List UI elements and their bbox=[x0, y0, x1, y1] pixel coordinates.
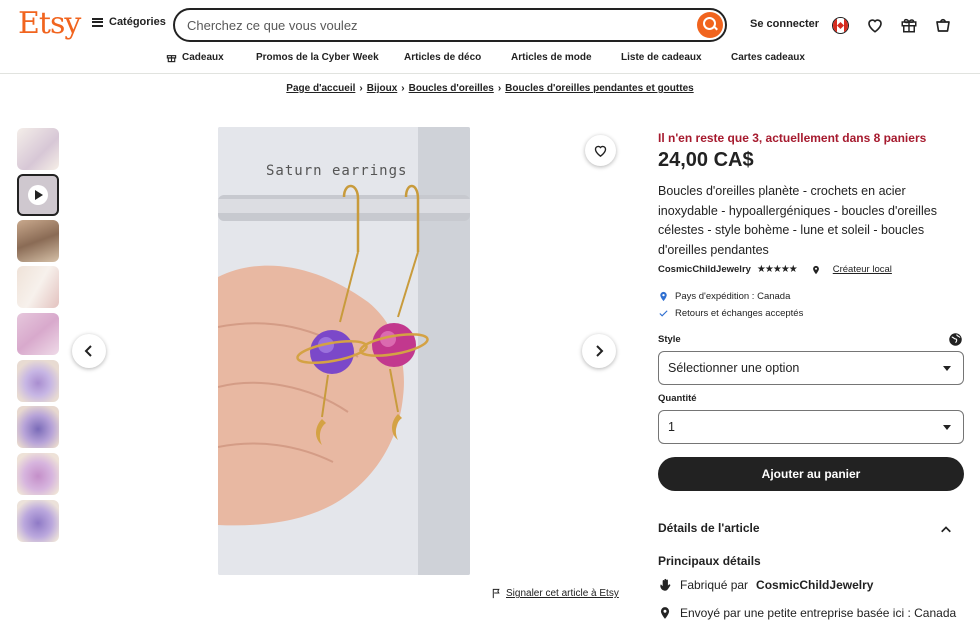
shipped-from-row: Envoyé par une petite entreprise basée i… bbox=[658, 606, 956, 620]
nav-label: Cadeaux bbox=[182, 52, 224, 63]
add-to-cart-button[interactable]: Ajouter au panier bbox=[658, 457, 964, 491]
chevron-right-icon: › bbox=[359, 83, 363, 94]
item-details-heading: Détails de l'article bbox=[658, 521, 760, 535]
price: 24,00 CA$ bbox=[658, 149, 754, 171]
star-rating: ★★★★★ bbox=[756, 264, 798, 275]
thumbnail[interactable] bbox=[17, 406, 59, 448]
style-select-value: Sélectionner une option bbox=[668, 361, 800, 375]
etsy-logo[interactable]: Etsy bbox=[18, 6, 81, 41]
report-link[interactable]: Signaler cet article à Etsy bbox=[491, 588, 619, 599]
categories-button[interactable]: Catégories bbox=[92, 16, 166, 28]
location-pin-icon bbox=[812, 265, 819, 274]
thumbnail[interactable] bbox=[17, 128, 59, 170]
canada-flag-icon[interactable] bbox=[832, 17, 849, 34]
breadcrumb-dangle[interactable]: Boucles d'oreilles pendantes et gouttes bbox=[505, 83, 694, 94]
stock-notice: Il n'en reste que 3, actuellement dans 8… bbox=[658, 131, 927, 145]
nav-item-gift-list[interactable]: Liste de cadeaux bbox=[621, 52, 702, 63]
shipped-from-text: Envoyé par une petite entreprise basée i… bbox=[680, 606, 957, 620]
listing-title: Boucles d'oreilles planète - crochets en… bbox=[658, 184, 937, 257]
nav-item-cadeaux[interactable]: Cadeaux bbox=[166, 52, 224, 63]
location-pin-icon bbox=[660, 291, 667, 302]
chevron-right-icon bbox=[596, 345, 604, 357]
caret-down-icon bbox=[943, 425, 951, 430]
made-by-prefix: Fabriqué par bbox=[680, 578, 749, 592]
search-bar bbox=[173, 8, 727, 42]
earrings-photo bbox=[218, 127, 470, 575]
quantity-label: Quantité bbox=[658, 393, 697, 404]
nav-item-mode[interactable]: Articles de mode bbox=[511, 52, 592, 63]
made-by-shop[interactable]: CosmicChildJewelry bbox=[756, 578, 873, 592]
favorite-button[interactable] bbox=[585, 135, 616, 166]
thumbnail[interactable] bbox=[17, 500, 59, 542]
header: Etsy Catégories Se connecter bbox=[0, 0, 980, 48]
style-label: Style bbox=[658, 334, 681, 345]
categories-label: Catégories bbox=[109, 16, 166, 28]
nav-item-cyber-week[interactable]: Promos de la Cyber Week bbox=[256, 52, 379, 63]
thumbnail[interactable] bbox=[17, 266, 59, 308]
returns-text: Retours et échanges acceptés bbox=[675, 308, 804, 319]
flag-icon bbox=[492, 588, 500, 599]
shop-name[interactable]: CosmicChildJewelry bbox=[658, 264, 751, 275]
nav-item-gift-cards[interactable]: Cartes cadeaux bbox=[731, 52, 805, 63]
search-button[interactable] bbox=[697, 12, 723, 38]
quantity-select[interactable]: 1 bbox=[658, 410, 964, 444]
thumbnail[interactable] bbox=[17, 313, 59, 355]
nav-item-deco[interactable]: Articles de déco bbox=[404, 52, 481, 63]
image-caption: Saturn earrings bbox=[266, 163, 408, 179]
previous-image-button[interactable] bbox=[72, 334, 106, 368]
signin-link[interactable]: Se connecter bbox=[750, 18, 819, 30]
thumbnail[interactable] bbox=[17, 220, 59, 262]
heart-icon bbox=[594, 145, 607, 157]
video-thumbnail[interactable] bbox=[17, 174, 59, 216]
gift-icon bbox=[166, 55, 177, 63]
chevron-left-icon bbox=[84, 345, 92, 357]
chevron-up-icon bbox=[941, 526, 951, 533]
location-pin-icon bbox=[660, 607, 670, 619]
top-nav: Cadeaux Promos de la Cyber Week Articles… bbox=[0, 48, 980, 74]
item-details-toggle[interactable]: Détails de l'article bbox=[658, 521, 964, 535]
next-image-button[interactable] bbox=[582, 334, 616, 368]
gift-icon[interactable] bbox=[900, 16, 918, 34]
cart-icon[interactable] bbox=[934, 16, 952, 34]
breadcrumb-jewelry[interactable]: Bijoux bbox=[367, 83, 398, 94]
style-select[interactable]: Sélectionner une option bbox=[658, 351, 964, 385]
returns-info: Retours et échanges acceptés bbox=[658, 308, 803, 319]
shipping-country: Pays d'expédition : Canada bbox=[675, 291, 791, 302]
menu-icon bbox=[92, 17, 103, 27]
made-by-row: Fabriqué par CosmicChildJewelry bbox=[658, 578, 873, 592]
breadcrumb-earrings[interactable]: Boucles d'oreilles bbox=[409, 83, 494, 94]
quantity-select-value: 1 bbox=[668, 420, 675, 434]
report-label: Signaler cet article à Etsy bbox=[506, 588, 619, 599]
thumbnail[interactable] bbox=[17, 360, 59, 402]
product-image[interactable]: Saturn earrings bbox=[218, 127, 470, 575]
caret-down-icon bbox=[943, 366, 951, 371]
search-input[interactable] bbox=[187, 16, 687, 34]
shop-row: CosmicChildJewelry ★★★★★ Créateur local bbox=[658, 264, 892, 275]
shipping-info: Pays d'expédition : Canada bbox=[658, 291, 790, 302]
breadcrumb: Page d'accueil › Bijoux › Boucles d'oreilles… bbox=[0, 83, 980, 94]
breadcrumb-home[interactable]: Page d'accueil bbox=[286, 83, 355, 94]
thumbnail[interactable] bbox=[17, 453, 59, 495]
chevron-right-icon: › bbox=[497, 83, 502, 94]
globe-icon[interactable] bbox=[948, 332, 963, 347]
play-icon bbox=[28, 185, 48, 205]
checkmark-icon bbox=[659, 310, 668, 317]
hand-wave-icon bbox=[660, 578, 671, 591]
heart-icon[interactable] bbox=[866, 16, 884, 34]
local-maker-link[interactable]: Créateur local bbox=[833, 264, 892, 275]
main-details-heading: Principaux détails bbox=[658, 554, 761, 568]
chevron-right-icon: › bbox=[401, 83, 405, 94]
